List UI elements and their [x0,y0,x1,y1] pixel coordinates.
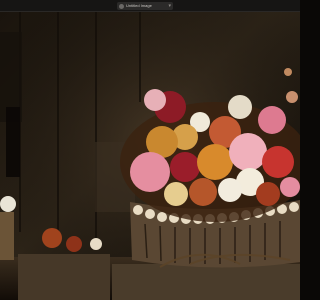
document-icon [119,3,124,9]
window-title-bar: Untitled Image ▾ [0,0,300,12]
canvas-image [0,12,300,300]
document-title-button[interactable]: Untitled Image ▾ [117,2,173,10]
document-title: Untitled Image [126,3,152,8]
chevron-down-icon[interactable]: ▾ [168,2,171,10]
wooden-box [18,254,110,300]
